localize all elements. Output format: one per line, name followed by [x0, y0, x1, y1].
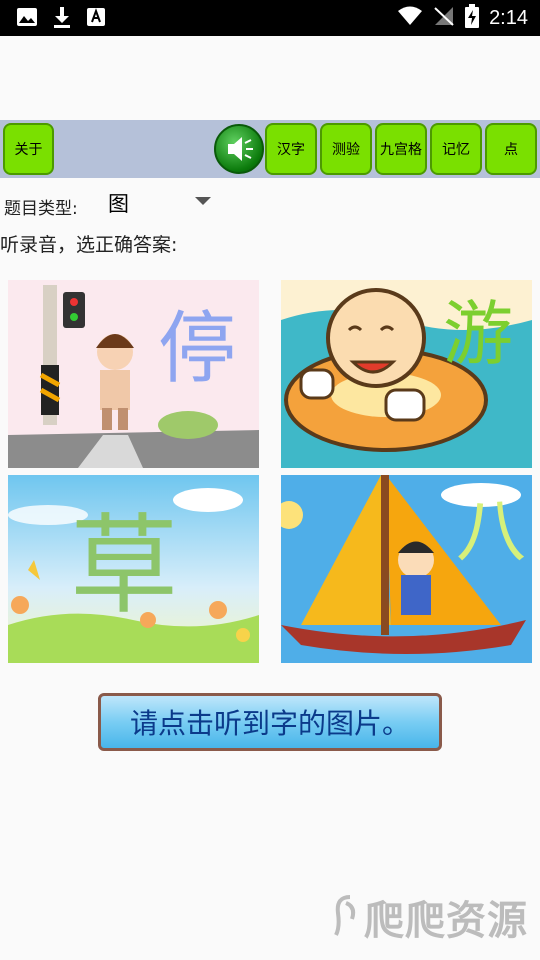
watermark: 爬爬资源: [332, 888, 528, 946]
option-4-character: 八: [456, 490, 526, 572]
instruction-text: 听录音，选正确答案:: [0, 234, 178, 256]
status-bar: 2:14: [0, 0, 540, 36]
test-button[interactable]: 测验: [320, 123, 372, 175]
nine-grid-button[interactable]: 九宫格: [375, 123, 427, 175]
no-signal-icon: [433, 6, 455, 30]
speaker-icon: [228, 137, 253, 161]
dot-button[interactable]: 点: [485, 123, 537, 175]
option-tile-1[interactable]: 停: [8, 280, 259, 468]
option-2-character: 游: [443, 293, 513, 375]
battery-charging-icon: [465, 4, 480, 32]
option-tile-3[interactable]: 草: [8, 475, 259, 663]
memory-button[interactable]: 记忆: [430, 123, 482, 175]
download-icon: [52, 6, 72, 32]
question-type-select[interactable]: 图: [108, 188, 129, 218]
question-type-label: 题目类型:: [4, 199, 78, 219]
dropdown-arrow-icon[interactable]: [195, 197, 211, 205]
option-tile-2[interactable]: 游: [281, 280, 532, 468]
speaker-play-button[interactable]: [214, 124, 264, 174]
image-notification-icon: [16, 7, 38, 31]
about-button[interactable]: 关于: [3, 123, 54, 175]
watermark-text: 爬爬资源: [364, 898, 528, 944]
wifi-icon: [397, 6, 423, 30]
watermark-logo-icon: [332, 893, 358, 941]
option-3-character: 草: [70, 504, 178, 629]
hanzi-button[interactable]: 汉字: [265, 123, 317, 175]
clock: 2:14: [489, 6, 528, 29]
toolbar: 关于 汉字 测验 九宫格 记忆 点: [0, 120, 540, 178]
option-1-character: 停: [158, 304, 236, 394]
option-tile-4[interactable]: 八: [281, 475, 532, 663]
prompt-button[interactable]: 请点击听到字的图片。: [98, 693, 442, 751]
font-app-icon: [86, 7, 106, 31]
